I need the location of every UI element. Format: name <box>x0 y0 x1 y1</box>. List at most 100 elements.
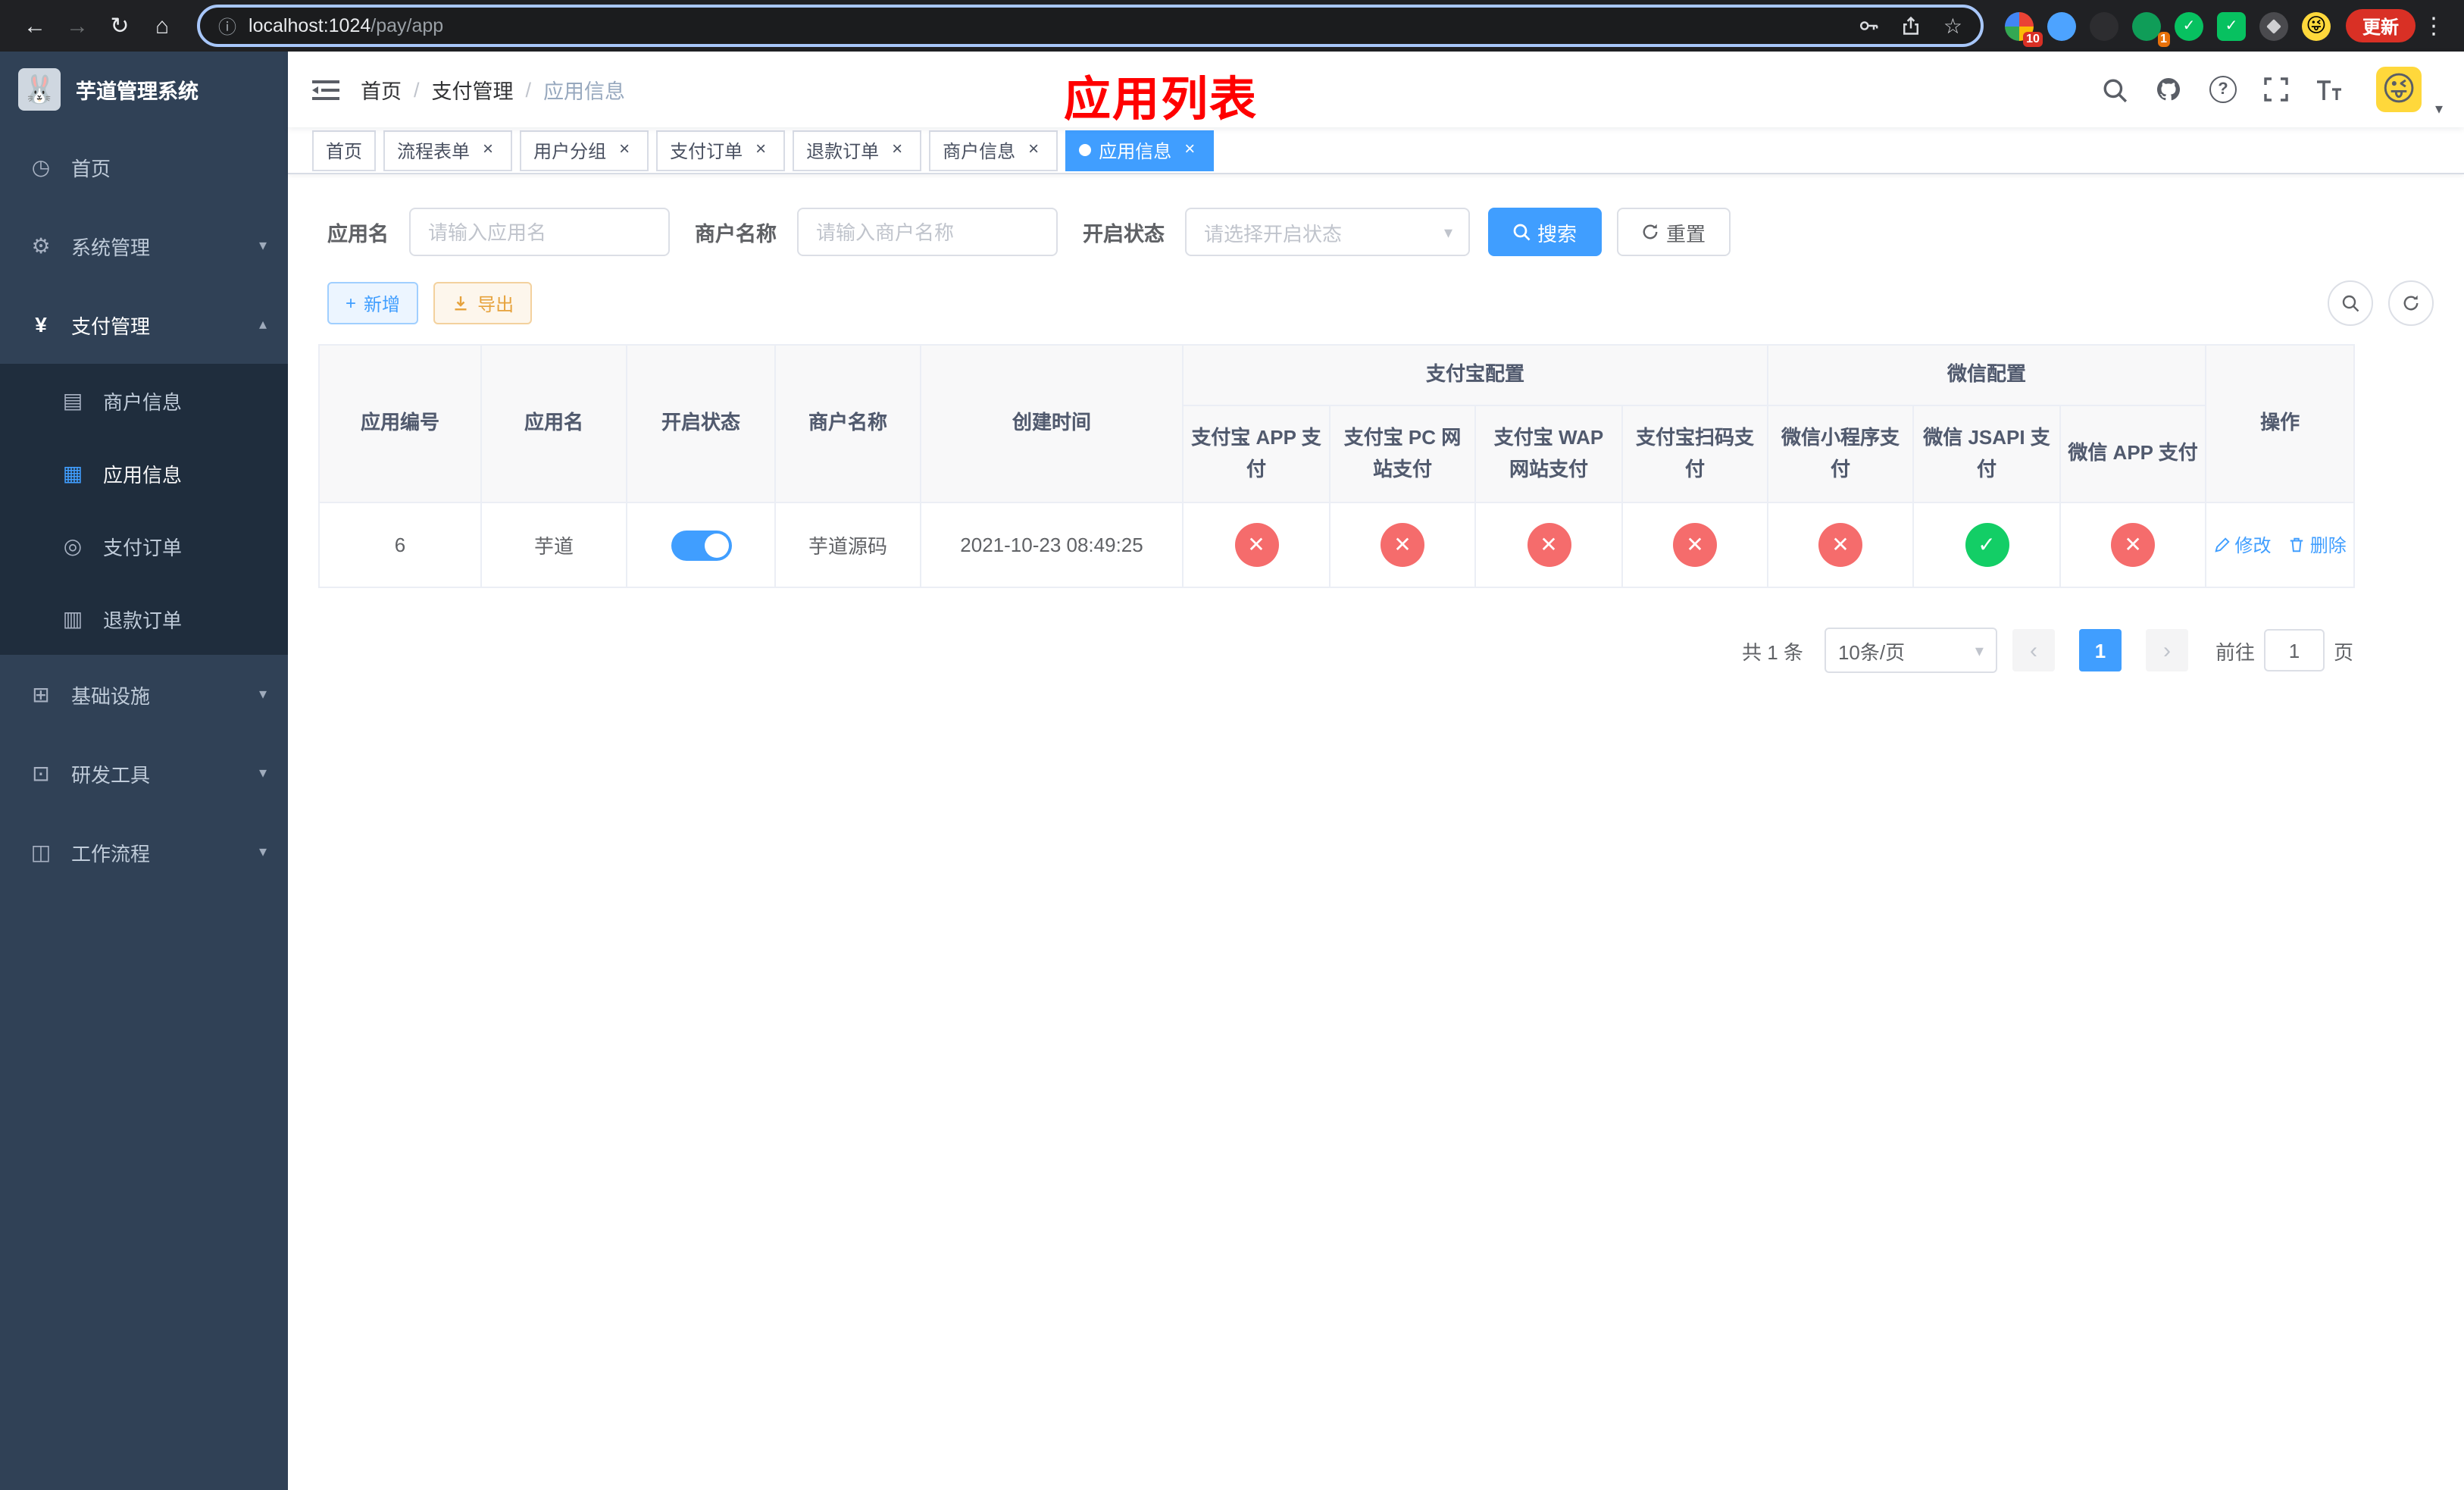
tab-user-group[interactable]: 用户分组 × <box>520 130 649 171</box>
status-icon-alipay-app: ✕ <box>1234 523 1278 567</box>
user-avatar[interactable]: 😜 ▾ <box>2376 67 2443 118</box>
tab-label: 退款订单 <box>806 140 880 161</box>
sidebar-item-home[interactable]: ◷ 首页 <box>0 127 288 206</box>
sidebar: 🐰 芋道管理系统 ◷ 首页 ⚙ 系统管理 ▾ ¥ 支付管理 ▴ ▤ 商户信息 ▦… <box>0 52 288 1490</box>
breadcrumb-payment[interactable]: 支付管理 <box>432 74 514 105</box>
help-icon[interactable]: ? <box>2209 76 2237 103</box>
bookmark-star-icon[interactable]: ☆ <box>1943 15 1962 36</box>
sidebar-item-devtools[interactable]: ⊡ 研发工具 ▾ <box>0 734 288 812</box>
extension-icon-6[interactable]: ✓ <box>2216 11 2246 40</box>
browser-menu-icon[interactable]: ⋮ <box>2419 12 2449 39</box>
sidebar-item-pay-order[interactable]: ◎ 支付订单 <box>0 509 288 582</box>
tab-app-info[interactable]: 应用信息 × <box>1065 130 1215 171</box>
status-select[interactable]: 请选择开启状态 ▾ <box>1184 208 1469 256</box>
breadcrumb-home[interactable]: 首页 <box>361 74 402 105</box>
extension-icon-1[interactable]: 10 <box>2004 11 2043 46</box>
status-icon-wechat-jsapi: ✓ <box>1965 523 2009 567</box>
export-button-label: 导出 <box>477 293 514 315</box>
merchant-name-input[interactable] <box>796 208 1057 256</box>
page-number-1[interactable]: 1 <box>2078 629 2122 671</box>
yen-icon: ¥ <box>35 312 47 337</box>
col-merchant: 商户名称 <box>774 344 921 503</box>
extension-icon-2[interactable] <box>2047 11 2076 40</box>
cell-merchant: 芋道源码 <box>774 502 921 588</box>
goto-page-input[interactable] <box>2263 629 2325 671</box>
address-bar[interactable]: ⓘ localhost:1024/pay/app ☆ <box>197 5 1984 47</box>
col-alipay-wap: 支付宝 WAP 网站支付 <box>1474 405 1623 503</box>
close-icon[interactable]: × <box>1179 139 1200 161</box>
logo-image: 🐰 <box>18 68 61 111</box>
fullscreen-icon[interactable] <box>2264 77 2288 102</box>
edit-link-label: 修改 <box>2234 535 2272 556</box>
tab-label: 首页 <box>326 140 363 161</box>
sidebar-item-refund-order[interactable]: ▥ 退款订单 <box>0 582 288 655</box>
password-key-icon[interactable] <box>1859 15 1880 36</box>
search-button[interactable]: 搜索 <box>1487 208 1602 256</box>
prev-page-button[interactable]: ‹ <box>2012 629 2055 671</box>
tab-label: 用户分组 <box>533 140 607 161</box>
sidebar-item-label: 支付管理 <box>71 315 151 337</box>
browser-back-button[interactable]: ← <box>15 6 55 45</box>
app-header: 首页 / 支付管理 / 应用信息 应用列表 ? 😜 ▾ <box>288 52 2464 127</box>
font-size-icon[interactable] <box>2315 78 2343 101</box>
sidebar-item-infrastructure[interactable]: ⊞ 基础设施 ▾ <box>0 655 288 734</box>
col-actions: 操作 <box>2205 344 2356 503</box>
header-search-icon[interactable] <box>2102 77 2128 102</box>
extension-icon-5[interactable]: ✓ <box>2174 11 2203 40</box>
export-button[interactable]: 导出 <box>433 282 533 324</box>
tab-refund-order[interactable]: 退款订单 × <box>793 130 922 171</box>
search-form: 应用名 商户名称 开启状态 请选择开启状态 ▾ 搜索 重置 <box>327 208 2434 256</box>
app-name-input[interactable] <box>408 208 669 256</box>
delete-link[interactable]: 删除 <box>2289 532 2347 558</box>
browser-home-button[interactable]: ⌂ <box>142 6 182 45</box>
extension-icon-7[interactable] <box>2259 11 2288 40</box>
share-icon[interactable] <box>1901 15 1922 36</box>
browser-reload-button[interactable]: ↻ <box>100 6 139 45</box>
tab-merchant-info[interactable]: 商户信息 × <box>929 130 1058 171</box>
sidebar-item-label: 首页 <box>71 157 111 180</box>
close-icon[interactable]: × <box>750 139 771 161</box>
github-icon[interactable] <box>2155 76 2182 103</box>
extension-icon-3[interactable] <box>2089 11 2118 40</box>
sidebar-item-label: 系统管理 <box>71 236 151 258</box>
site-info-icon[interactable]: ⓘ <box>218 13 236 39</box>
sidebar-item-label: 基础设施 <box>71 684 151 707</box>
toggle-search-button[interactable] <box>2328 280 2373 326</box>
reset-button[interactable]: 重置 <box>1616 208 1731 256</box>
merchant-name-label: 商户名称 <box>695 223 777 246</box>
close-icon[interactable]: × <box>477 139 499 161</box>
col-wechat-jsapi: 微信 JSAPI 支付 <box>1912 405 2062 503</box>
close-icon[interactable]: × <box>614 139 635 161</box>
tab-pay-order[interactable]: 支付订单 × <box>656 130 786 171</box>
browser-update-button[interactable]: 更新 <box>2345 9 2416 42</box>
pagination: 共 1 条 10条/页 ▾ ‹ 1 › 前往 页 <box>318 628 2353 673</box>
status-icon-alipay-pc: ✕ <box>1381 523 1424 567</box>
app-enabled-switch[interactable] <box>671 530 731 560</box>
extension-icon-4[interactable]: 1 <box>2131 11 2170 46</box>
chevron-down-icon: ▾ <box>258 844 267 860</box>
sidebar-collapse-icon[interactable] <box>312 78 339 101</box>
sidebar-item-merchant-info[interactable]: ▤ 商户信息 <box>0 364 288 437</box>
sidebar-item-payment[interactable]: ¥ 支付管理 ▴ <box>0 285 288 364</box>
sidebar-item-label: 商户信息 <box>103 390 183 413</box>
close-icon[interactable]: × <box>1023 139 1044 161</box>
status-label: 开启状态 <box>1083 223 1165 246</box>
page-size-select[interactable]: 10条/页 ▾ <box>1824 628 1997 673</box>
tab-label: 支付订单 <box>670 140 743 161</box>
col-created-at: 创建时间 <box>920 344 1184 503</box>
delete-link-label: 删除 <box>2309 535 2347 556</box>
sidebar-item-system[interactable]: ⚙ 系统管理 ▾ <box>0 206 288 285</box>
edit-link[interactable]: 修改 <box>2213 532 2271 558</box>
sidebar-item-workflow[interactable]: ◫ 工作流程 ▾ <box>0 812 288 891</box>
close-icon[interactable]: × <box>886 139 908 161</box>
tab-home[interactable]: 首页 <box>312 130 377 171</box>
browser-forward-button[interactable]: → <box>58 6 97 45</box>
cell-app-id: 6 <box>318 502 482 588</box>
extension-icon-8[interactable]: 😜 <box>2301 11 2331 40</box>
col-alipay-qr: 支付宝扫码支付 <box>1621 405 1769 503</box>
add-button[interactable]: + 新增 <box>327 282 419 324</box>
tab-process-form[interactable]: 流程表单 × <box>383 130 513 171</box>
refresh-table-button[interactable] <box>2388 280 2434 326</box>
next-page-button[interactable]: › <box>2145 629 2188 671</box>
sidebar-item-app-info[interactable]: ▦ 应用信息 <box>0 437 288 509</box>
